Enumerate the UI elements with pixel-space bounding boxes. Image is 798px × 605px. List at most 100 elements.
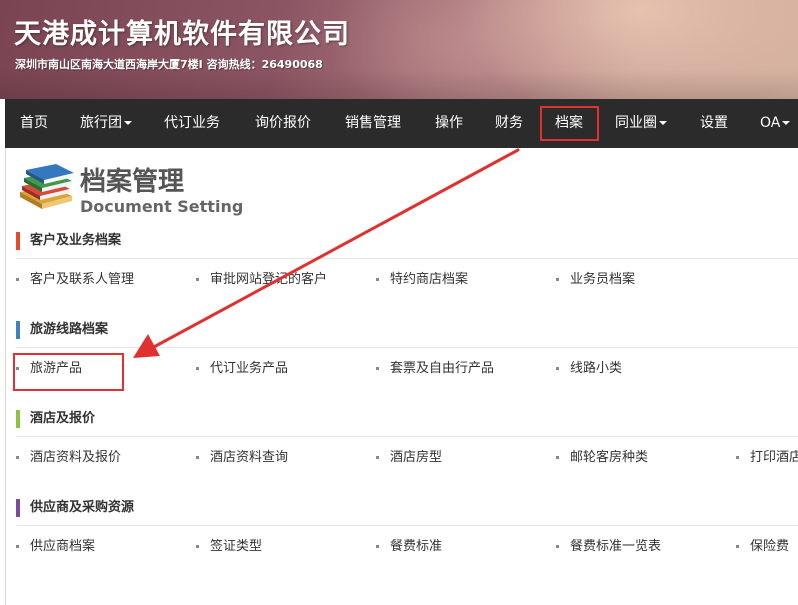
section-title-text: 酒店及报价	[30, 411, 96, 426]
bullet-icon	[376, 545, 379, 548]
section-color-bar	[16, 499, 20, 517]
bullet-icon	[196, 278, 199, 281]
nav-peer-circle-label: 同业圈	[615, 115, 657, 131]
nav-booking[interactable]: 代订业务	[164, 99, 220, 148]
link-meal-standard[interactable]: 餐费标准	[376, 538, 442, 556]
nav-archive-highlight-box	[540, 106, 599, 141]
chevron-down-icon	[782, 121, 791, 125]
link-approve-web-customers[interactable]: 审批网站登记的客户	[196, 271, 327, 289]
nav-home[interactable]: 首页	[20, 99, 48, 148]
link-cruise-cabin-types[interactable]: 邮轮客房种类	[556, 449, 648, 467]
section-color-bar	[16, 321, 20, 339]
section-title-text: 供应商及采购资源	[30, 500, 135, 515]
link-label: 客户及联系人管理	[30, 272, 135, 287]
section-color-bar	[16, 410, 20, 428]
nav-peer-circle[interactable]: 同业圈	[615, 99, 667, 148]
bullet-icon	[196, 456, 199, 459]
link-label: 邮轮客房种类	[570, 450, 649, 465]
company-address-hotline: 深圳市南山区南海大道西海岸大厦7楼I 咨询热线：26490068	[15, 58, 323, 71]
link-label: 酒店房型	[390, 450, 443, 465]
nav-tour-group-label: 旅行团	[80, 115, 122, 131]
link-label: 业务员档案	[570, 272, 636, 287]
section-divider	[16, 258, 798, 259]
link-label: 酒店资料查询	[210, 450, 289, 465]
link-salesperson-archive[interactable]: 业务员档案	[556, 271, 635, 289]
nav-operation[interactable]: 操作	[435, 99, 463, 148]
link-insurance-fee[interactable]: 保险费	[736, 538, 789, 556]
link-package-products[interactable]: 套票及自由行产品	[376, 360, 494, 378]
link-label: 打印酒店	[750, 450, 798, 465]
link-supplier-archive[interactable]: 供应商档案	[16, 538, 95, 556]
chevron-down-icon	[659, 121, 667, 125]
nav-quotation-label: 询价报价	[255, 115, 311, 131]
section-divider	[16, 525, 798, 526]
link-label: 特约商店档案	[390, 272, 469, 287]
link-label: 签证类型	[210, 539, 263, 554]
link-print-hotel[interactable]: 打印酒店	[736, 449, 798, 467]
nav-tour-group[interactable]: 旅行团	[80, 99, 132, 148]
page-subtitle: Document Setting	[80, 197, 244, 216]
nav-finance-label: 财务	[495, 115, 523, 131]
bullet-icon	[736, 456, 739, 459]
bullet-icon	[556, 367, 559, 370]
bullet-icon	[736, 545, 739, 548]
nav-oa-label: OA	[760, 115, 781, 131]
link-hotel-info-search[interactable]: 酒店资料查询	[196, 449, 288, 467]
main-navbar: 首页 旅行团 代订业务 询价报价 销售管理 操作 财务 档案 同业圈 设置 OA	[5, 99, 798, 148]
link-label: 餐费标准一览表	[570, 539, 662, 554]
nav-booking-label: 代订业务	[164, 115, 220, 131]
company-name: 天港成计算机软件有限公司	[14, 19, 350, 50]
bullet-icon	[556, 545, 559, 548]
link-booking-products[interactable]: 代订业务产品	[196, 360, 288, 378]
bullet-icon	[556, 278, 559, 281]
link-label: 酒店资料及报价	[30, 450, 122, 465]
link-meal-standard-list[interactable]: 餐费标准一览表	[556, 538, 661, 556]
section-title-text: 旅游线路档案	[30, 322, 109, 337]
bullet-icon	[376, 456, 379, 459]
nav-home-label: 首页	[20, 115, 48, 131]
section-hotel-title: 酒店及报价	[16, 410, 95, 428]
link-label: 线路小类	[570, 361, 623, 376]
chevron-down-icon	[124, 121, 132, 125]
link-label: 套票及自由行产品	[390, 361, 495, 376]
nav-settings-label: 设置	[700, 115, 728, 131]
link-label: 审批网站登记的客户	[210, 272, 328, 287]
books-icon	[20, 164, 74, 209]
link-partner-store-archive[interactable]: 特约商店档案	[376, 271, 468, 289]
header-banner: 天港成计算机软件有限公司 深圳市南山区南海大道西海岸大厦7楼I 咨询热线：264…	[0, 0, 798, 99]
bullet-icon	[376, 367, 379, 370]
bullet-icon	[16, 456, 19, 459]
nav-settings[interactable]: 设置	[700, 99, 728, 148]
bullet-icon	[16, 545, 19, 548]
section-color-bar	[16, 232, 20, 250]
nav-quotation[interactable]: 询价报价	[255, 99, 311, 148]
link-label: 供应商档案	[30, 539, 96, 554]
link-label: 餐费标准	[390, 539, 443, 554]
section-divider	[16, 347, 798, 348]
section-route-archive-title: 旅游线路档案	[16, 321, 108, 339]
bullet-icon	[376, 278, 379, 281]
content-left-border	[5, 148, 6, 605]
bullet-icon	[16, 278, 19, 281]
link-label: 代订业务产品	[210, 361, 289, 376]
tour-products-highlight-box	[13, 353, 124, 391]
link-hotel-info-quote[interactable]: 酒店资料及报价	[16, 449, 121, 467]
section-supplier-title: 供应商及采购资源	[16, 499, 134, 517]
section-customer-archive-title: 客户及业务档案	[16, 232, 121, 250]
link-label: 保险费	[750, 539, 790, 554]
bullet-icon	[196, 545, 199, 548]
nav-sales-label: 销售管理	[345, 115, 401, 131]
section-divider	[16, 436, 798, 437]
link-hotel-room-types[interactable]: 酒店房型	[376, 449, 442, 467]
bullet-icon	[556, 456, 559, 459]
nav-operation-label: 操作	[435, 115, 463, 131]
nav-oa[interactable]: OA	[760, 99, 791, 148]
link-visa-types[interactable]: 签证类型	[196, 538, 262, 556]
page-title: 档案管理	[80, 167, 185, 197]
nav-sales[interactable]: 销售管理	[345, 99, 401, 148]
bullet-icon	[196, 367, 199, 370]
link-customer-contacts[interactable]: 客户及联系人管理	[16, 271, 134, 289]
link-route-subcategory[interactable]: 线路小类	[556, 360, 622, 378]
nav-finance[interactable]: 财务	[495, 99, 523, 148]
section-title-text: 客户及业务档案	[30, 233, 122, 248]
